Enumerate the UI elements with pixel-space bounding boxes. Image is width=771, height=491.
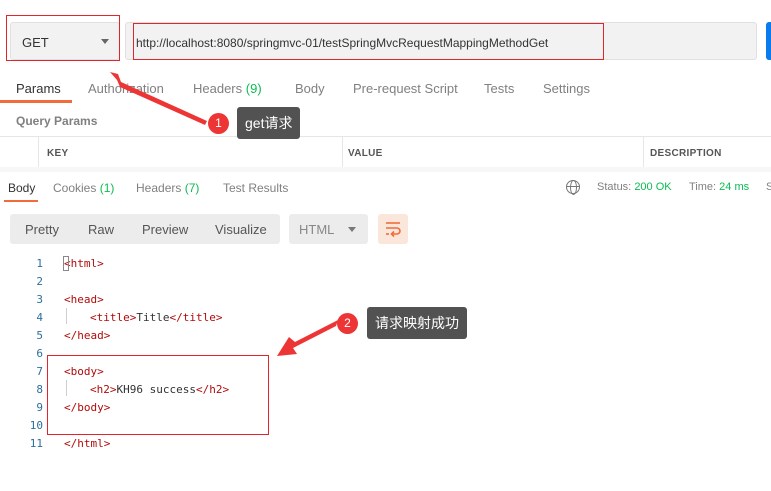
params-col-description: DESCRIPTION <box>643 137 771 169</box>
code-line: 2 <box>0 272 771 290</box>
line-number: 9 <box>36 401 43 414</box>
view-mode-raw[interactable]: Raw <box>88 222 114 237</box>
tab-params-label: Params <box>16 81 61 96</box>
response-tab-cookies[interactable]: Cookies (1) <box>53 181 114 195</box>
format-select[interactable]: HTML <box>289 214 368 244</box>
line-number: 5 <box>36 329 43 342</box>
annotation-number-2: 2 <box>337 313 358 334</box>
format-label: HTML <box>299 222 335 237</box>
code-text: <html> <box>64 257 104 270</box>
tab-body-label: Body <box>295 81 325 96</box>
params-col-key-label: KEY <box>47 148 69 159</box>
wrap-lines-icon <box>386 222 401 238</box>
line-number: 10 <box>29 419 43 432</box>
params-col-value-label: VALUE <box>348 148 383 159</box>
tab-authorization-label: Authorization <box>88 81 164 96</box>
line-number: 7 <box>36 365 43 378</box>
tab-tests[interactable]: Tests <box>484 81 514 96</box>
params-table-row <box>0 167 771 172</box>
params-table-header: KEY VALUE DESCRIPTION <box>0 136 771 170</box>
response-tab-headers[interactable]: Headers (7) <box>136 181 199 195</box>
tab-authorization[interactable]: Authorization <box>88 81 164 96</box>
params-col-key: KEY <box>38 137 342 169</box>
annotation-label-2: 请求映射成功 <box>367 307 467 339</box>
code-text: </html> <box>64 437 111 450</box>
response-tab-test-results[interactable]: Test Results <box>223 181 288 195</box>
view-mode-pretty[interactable]: Pretty <box>25 222 59 237</box>
time-value: 24 ms <box>719 181 750 193</box>
response-tab-body-label: Body <box>8 181 36 195</box>
line-number: 4 <box>36 311 43 324</box>
params-col-value: VALUE <box>342 137 643 169</box>
chevron-down-icon <box>348 227 356 232</box>
annotation-box-method <box>6 15 120 61</box>
view-mode-visualize[interactable]: Visualize <box>215 222 267 237</box>
indent-guide <box>66 308 67 324</box>
tab-headers[interactable]: Headers (9) <box>193 81 262 96</box>
line-number: 2 <box>36 275 43 288</box>
response-tab-headers-label: Headers <box>136 181 182 195</box>
tab-tests-label: Tests <box>484 81 515 96</box>
line-number: 11 <box>29 437 43 450</box>
active-response-tab-indicator <box>4 200 38 202</box>
view-mode-preview[interactable]: Preview <box>142 222 188 237</box>
tab-params[interactable]: Params <box>16 81 61 96</box>
response-time: Time: 24 ms <box>689 181 749 193</box>
globe-icon[interactable] <box>566 180 580 195</box>
code-line: 1 <html> <box>0 254 771 272</box>
response-tab-body[interactable]: Body <box>8 181 35 195</box>
response-tab-cookies-count: (1) <box>99 181 115 195</box>
view-mode-bar: Pretty Raw Preview Visualize <box>10 214 280 244</box>
line-number: 3 <box>36 293 43 306</box>
annotation-label-1: get请求 <box>237 107 301 139</box>
bracket-match-marker <box>63 256 69 271</box>
tab-pre-request-script-label: Pre-request Script <box>353 81 458 96</box>
time-label: Time: <box>689 181 717 193</box>
line-number: 8 <box>36 383 43 396</box>
size-label: S <box>766 181 771 193</box>
params-col-description-label: DESCRIPTION <box>650 148 722 159</box>
response-tab-test-results-label: Test Results <box>223 181 289 195</box>
status: Status: 200 OK <box>597 181 672 193</box>
code-text: <head> <box>64 293 104 306</box>
response-tab-cookies-label: Cookies <box>53 181 97 195</box>
send-button[interactable] <box>766 22 771 60</box>
wrap-lines-button[interactable] <box>378 214 408 244</box>
code-text: <title>Title</title> <box>90 311 223 324</box>
code-text: </head> <box>64 329 111 342</box>
line-number: 1 <box>36 257 43 270</box>
status-value: 200 OK <box>634 181 672 193</box>
tab-pre-request-script[interactable]: Pre-request Script <box>353 81 458 96</box>
tab-headers-label: Headers <box>193 81 243 96</box>
status-label: Status: <box>597 181 632 193</box>
annotation-box-body <box>47 355 269 435</box>
tab-settings[interactable]: Settings <box>543 81 590 96</box>
tab-headers-count: (9) <box>245 81 262 96</box>
query-params-title: Query Params <box>16 114 98 128</box>
annotation-box-url <box>133 23 604 60</box>
active-tab-indicator <box>0 100 72 103</box>
tab-body[interactable]: Body <box>295 81 325 96</box>
response-tab-headers-count: (7) <box>184 181 200 195</box>
line-number: 6 <box>36 347 43 360</box>
annotation-number-1: 1 <box>208 113 229 134</box>
code-line: 3 <head> <box>0 290 771 308</box>
tab-settings-label: Settings <box>543 81 590 96</box>
code-line: 11 </html> <box>0 434 771 452</box>
request-tabs: Params Authorization Headers (9) Body Pr… <box>0 76 771 106</box>
